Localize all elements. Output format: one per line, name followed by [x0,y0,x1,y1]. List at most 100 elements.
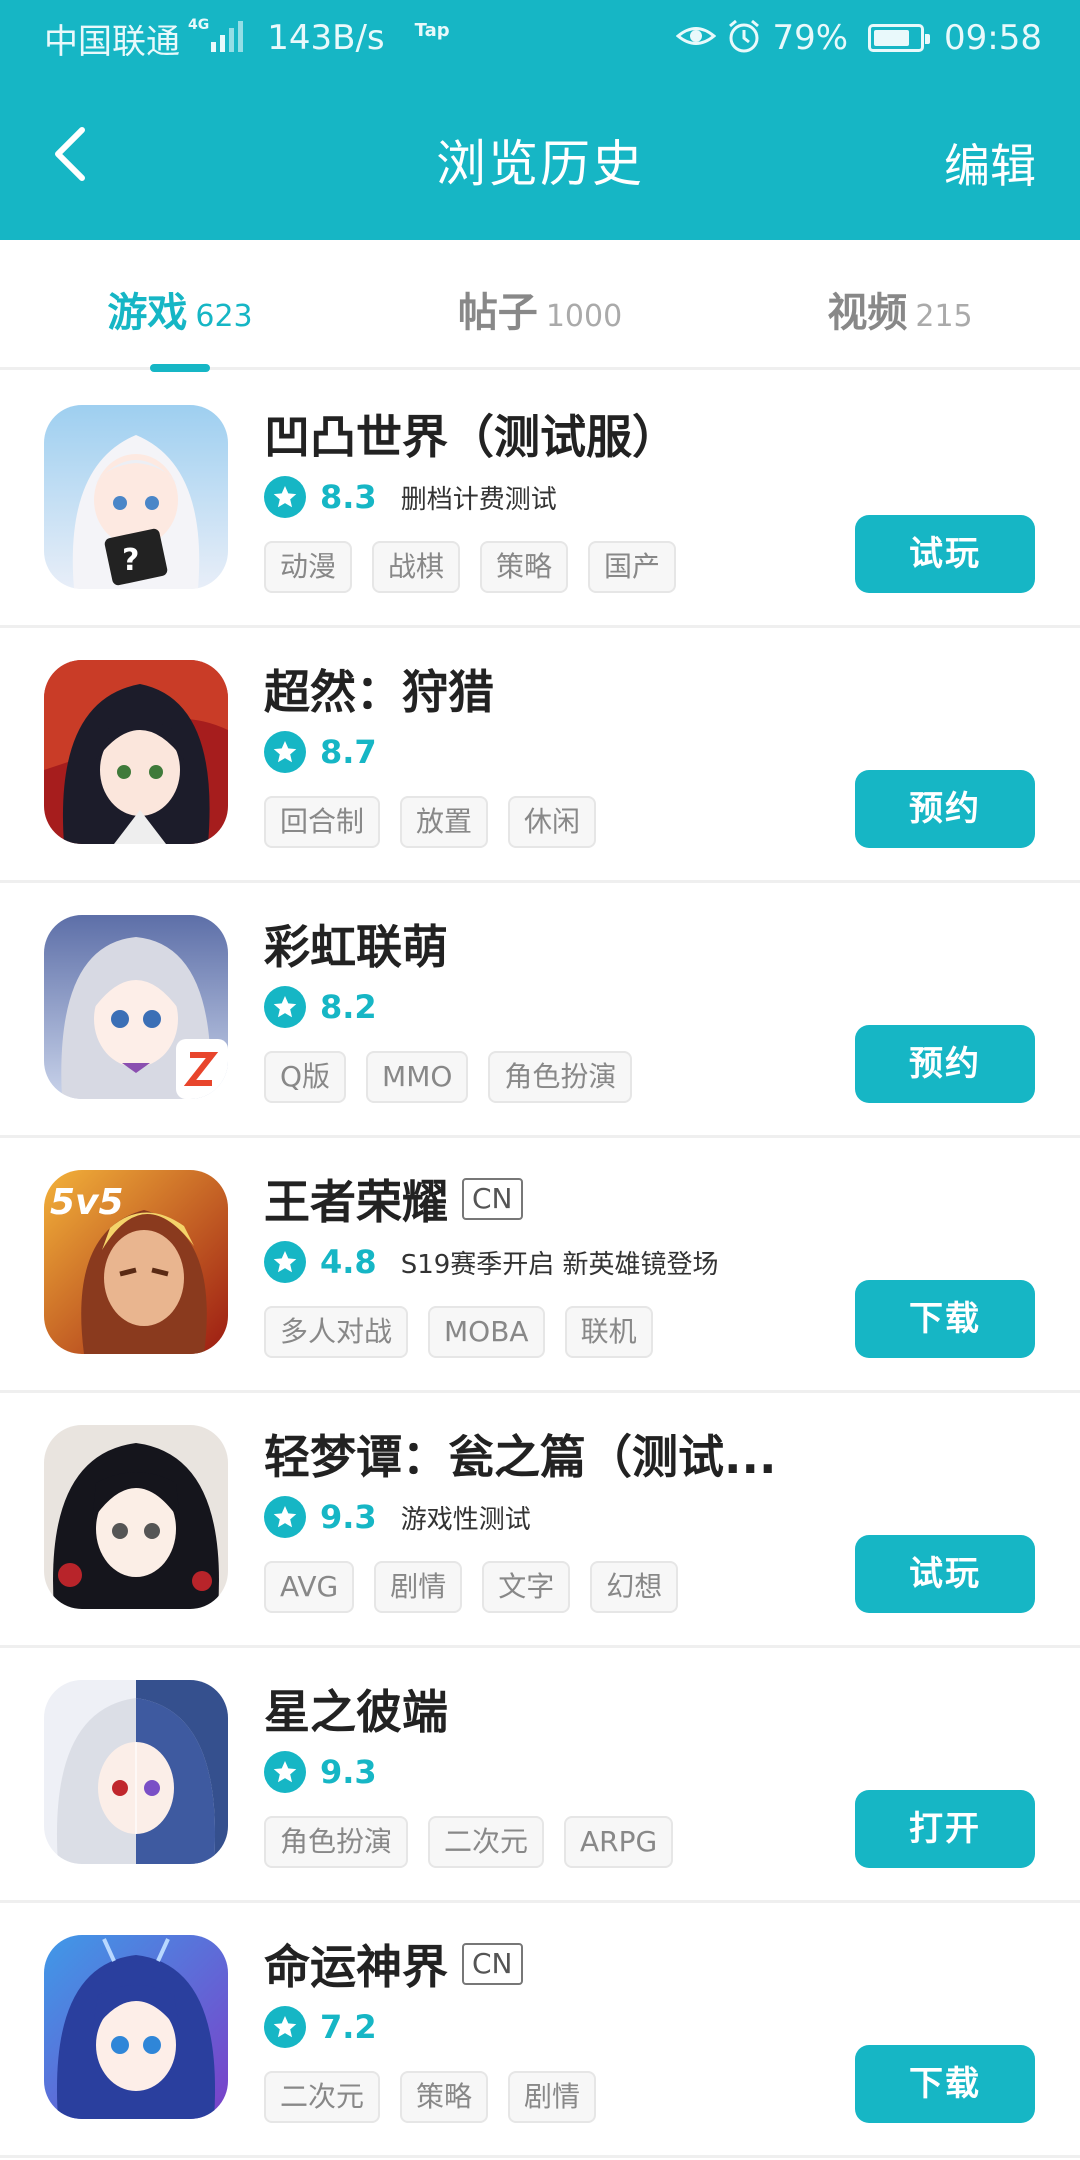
tab-count: 623 [195,299,253,334]
game-tag[interactable]: 二次元 [264,2071,381,2123]
game-tag[interactable]: Q版 [264,1051,347,1103]
game-row[interactable]: 超然：狩猎 8.7 回合制 放置 休闲 预约 [0,628,1080,883]
game-name: 轻梦谭：瓮之篇（测试... [264,1430,777,1484]
game-row[interactable]: ? 凹凸世界（测试服） 8.3 删档计费测试 动漫 战棋 策略 国产 试玩 [0,373,1080,628]
game-tag[interactable]: 动漫 [264,541,353,593]
game-rating-line: 4.8 S19赛季开启 新英雄镜登场 [264,1241,719,1283]
game-tag[interactable]: 文字 [482,1561,571,1613]
star-icon [264,2006,306,2048]
game-name-line: 超然：狩猎 [264,656,494,722]
game-rating: 9.3 [320,1498,377,1536]
game-rating: 8.2 [320,988,377,1026]
trial-button[interactable]: 试玩 [855,1535,1035,1613]
game-tag[interactable]: 多人对战 [264,1306,409,1358]
tab-count: 215 [915,299,973,334]
app-header: 中国联通 4G 143B/s Tap 79% 09:58 浏览历史 编辑 [0,0,1080,240]
game-name-line: 王者荣耀 CN [264,1166,523,1232]
game-tag[interactable]: 战棋 [372,541,461,593]
game-tag[interactable]: 剧情 [508,2071,597,2123]
game-rating: 9.3 [320,1753,377,1791]
game-icon[interactable] [44,1680,228,1864]
game-rating-line: 9.3 游戏性测试 [264,1496,531,1538]
game-row[interactable]: 轻梦谭：瓮之篇（测试... 9.3 游戏性测试 AVG 剧情 文字 幻想 试玩 [0,1393,1080,1648]
reserve-button[interactable]: 预约 [855,1025,1035,1103]
tap-indicator: Tap [414,20,450,41]
tab-count: 1000 [545,299,623,334]
game-tags: 角色扮演 二次元 ARPG [264,1816,674,1868]
tab-games[interactable]: 游戏 623 [0,240,360,372]
status-bar: 中国联通 4G 143B/s Tap 79% 09:58 [0,0,1080,76]
game-tag[interactable]: 放置 [400,796,489,848]
category-tabs: 游戏 623 帖子 1000 视频 215 [0,240,1080,372]
trial-button[interactable]: 试玩 [855,515,1035,593]
tab-label: 游戏 [107,290,188,336]
game-icon[interactable] [44,660,228,844]
star-icon [264,731,306,773]
game-icon[interactable]: ? [44,405,228,589]
download-button[interactable]: 下载 [855,1280,1035,1358]
game-tags: 多人对战 MOBA 联机 [264,1306,653,1358]
game-row[interactable]: 5v5 王者荣耀 CN 4.8 S19赛季开启 新英雄镜登场 多人对战 MOBA… [0,1138,1080,1393]
game-row[interactable]: 命运神界 CN 7.2 二次元 策略 剧情 下载 [0,1903,1080,2158]
open-button[interactable]: 打开 [855,1790,1035,1868]
game-note: S19赛季开启 新英雄镜登场 [400,1249,719,1280]
game-name-line: 轻梦谭：瓮之篇（测试... [264,1421,776,1487]
reserve-button[interactable]: 预约 [855,770,1035,848]
game-tag[interactable]: 角色扮演 [488,1051,633,1103]
region-badge: CN [462,1943,523,1985]
battery-icon [868,24,931,52]
signal-icon [211,20,245,56]
game-tag[interactable]: 联机 [564,1306,653,1358]
game-tag[interactable]: 角色扮演 [264,1816,409,1868]
game-row[interactable]: 彩虹联萌 8.2 Q版 MMO 角色扮演 预约 [0,883,1080,1138]
region-badge: CN [462,1178,523,1220]
game-rating-line: 8.7 [264,731,377,773]
game-note: 删档计费测试 [400,484,557,515]
game-tag[interactable]: MOBA [428,1306,545,1358]
game-tag[interactable]: 休闲 [508,796,597,848]
game-icon[interactable]: 5v5 [44,1170,228,1354]
star-icon [264,1751,306,1793]
tab-videos[interactable]: 视频 215 [720,240,1080,367]
game-tag[interactable]: 回合制 [264,796,381,848]
game-icon[interactable] [44,1425,228,1609]
game-tags: 动漫 战棋 策略 国产 [264,541,677,593]
game-tag[interactable]: 二次元 [428,1816,545,1868]
download-button[interactable]: 下载 [855,2045,1035,2123]
edit-button[interactable]: 编辑 [944,130,1036,196]
game-name-line: 命运神界 CN [264,1931,523,1997]
network-type: 4G [188,17,210,33]
game-list: ? 凹凸世界（测试服） 8.3 删档计费测试 动漫 战棋 策略 国产 试玩 超然… [0,373,1080,2158]
game-rating: 4.8 [320,1243,377,1281]
game-tag[interactable]: 剧情 [374,1561,463,1613]
game-rating: 8.7 [320,733,377,771]
game-tag[interactable]: 幻想 [590,1561,679,1613]
game-tag[interactable]: 策略 [480,541,569,593]
game-tag[interactable]: AVG [264,1561,355,1613]
game-icon[interactable] [44,1935,228,2119]
tab-posts[interactable]: 帖子 1000 [360,240,720,367]
status-right: 79% 09:58 [676,14,1042,62]
game-icon[interactable] [44,915,228,1099]
game-rating-line: 8.3 删档计费测试 [264,476,557,518]
game-row[interactable]: 星之彼端 9.3 角色扮演 二次元 ARPG 打开 [0,1648,1080,1903]
game-name-line: 凹凸世界（测试服） [264,401,678,467]
star-icon [264,1241,306,1283]
game-tag[interactable]: MMO [366,1051,469,1103]
tab-active-indicator [150,364,210,372]
alarm-icon [726,18,762,58]
game-tag[interactable]: 国产 [588,541,677,593]
game-tag[interactable]: ARPG [564,1816,674,1868]
game-tags: 二次元 策略 剧情 [264,2071,597,2123]
battery-fill [874,30,910,46]
game-rating-line: 7.2 [264,2006,377,2048]
network-speed: 143B/s [267,18,385,58]
game-tags: Q版 MMO 角色扮演 [264,1051,633,1103]
nav-bar: 浏览历史 编辑 [0,96,1080,216]
game-tags: AVG 剧情 文字 幻想 [264,1561,679,1613]
status-left: 中国联通 4G 143B/s Tap [44,14,450,62]
svg-text:5v5: 5v5 [50,1182,124,1223]
game-rating: 7.2 [320,2008,377,2046]
game-tag[interactable]: 策略 [400,2071,489,2123]
page-title: 浏览历史 [436,135,644,193]
